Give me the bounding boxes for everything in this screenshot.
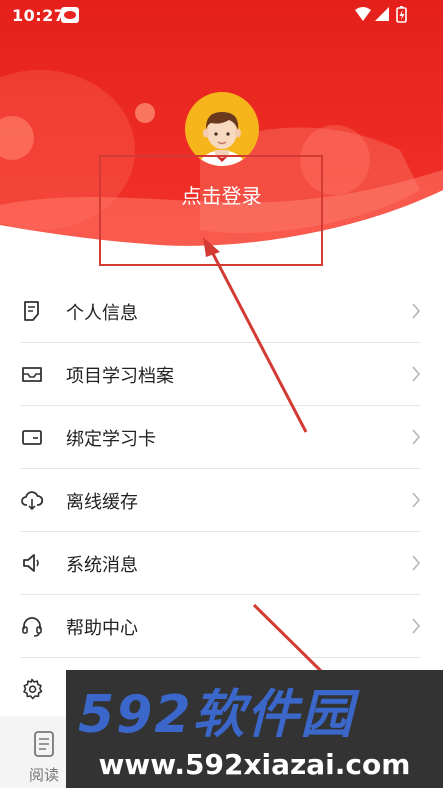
chevron-right-icon	[412, 303, 421, 319]
signal-icon	[375, 7, 389, 21]
watermark-banner: 592软件园 www.592xiazai.com	[66, 670, 443, 788]
speaker-icon	[23, 554, 39, 572]
app-logo-icon	[61, 7, 79, 23]
status-time: 10:27	[12, 6, 66, 25]
note-icon	[24, 301, 39, 321]
watermark-brand: 592软件园	[78, 685, 355, 745]
inbox-icon	[22, 367, 42, 382]
menu-item-label: 系统消息	[66, 555, 138, 576]
menu-item-bind-card[interactable]: 绑定学习卡	[20, 406, 421, 469]
chevron-right-icon	[412, 366, 421, 382]
chevron-right-icon	[412, 492, 421, 508]
menu-item-study-archive[interactable]: 项目学习档案	[20, 343, 421, 406]
status-bar: 10:27	[0, 0, 443, 30]
menu-item-offline-cache[interactable]: 离线缓存	[20, 469, 421, 532]
menu-item-label: 离线缓存	[66, 492, 138, 513]
chevron-right-icon	[412, 618, 421, 634]
tab-read-label: 阅读	[28, 766, 59, 784]
menu-item-personal-info[interactable]: 个人信息	[20, 280, 421, 343]
wifi-icon	[355, 7, 371, 21]
cloud-download-icon	[21, 491, 44, 511]
annotation-highlight-box	[99, 155, 323, 266]
menu-item-label: 个人信息	[66, 303, 138, 324]
battery-charging-icon	[396, 6, 407, 23]
card-icon	[22, 430, 42, 445]
headset-icon	[22, 617, 42, 637]
gear-icon	[23, 678, 43, 700]
settings-menu: 个人信息 项目学习档案 绑定学习卡 离线缓存 系统消息 帮助中心	[0, 280, 443, 721]
menu-item-label: 帮助中心	[66, 618, 138, 639]
status-icons	[355, 6, 407, 23]
menu-item-label: 项目学习档案	[66, 366, 174, 387]
chevron-right-icon	[412, 555, 421, 571]
watermark-url: www.592xiazai.com	[98, 748, 411, 781]
book-icon	[34, 731, 54, 757]
tab-read[interactable]: 阅读	[20, 728, 68, 784]
menu-item-label: 绑定学习卡	[66, 429, 156, 450]
menu-item-system-messages[interactable]: 系统消息	[20, 532, 421, 595]
menu-item-help-center[interactable]: 帮助中心	[20, 595, 421, 658]
chevron-right-icon	[412, 429, 421, 445]
